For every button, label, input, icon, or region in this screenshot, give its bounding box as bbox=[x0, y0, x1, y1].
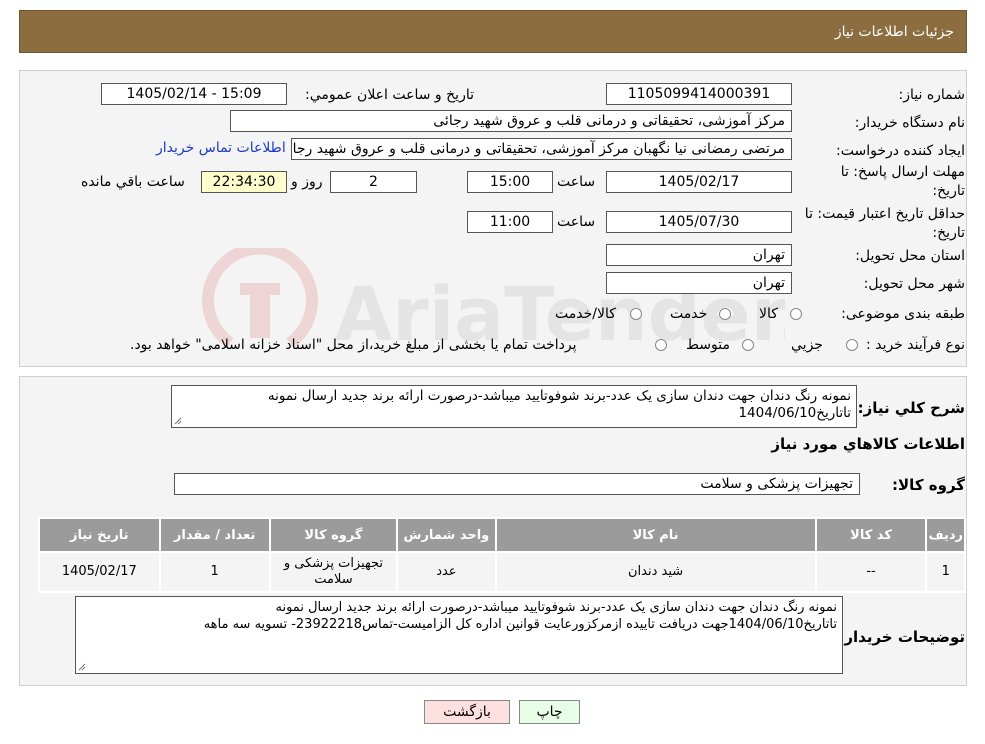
radio-treasury[interactable] bbox=[655, 339, 667, 351]
creator-label: ایجاد کننده درخواست: bbox=[836, 143, 965, 159]
resize-grip-icon[interactable] bbox=[174, 417, 182, 425]
buyer-org-label: نام دستگاه خریدار: bbox=[854, 115, 965, 131]
validity-label: حداقل تاریخ اعتبار قیمت: تا bbox=[804, 206, 965, 222]
col-header-unit: واحد شمارش bbox=[396, 517, 497, 553]
radio-service-label: خدمت bbox=[670, 306, 708, 322]
city-label: شهر محل تحویل: bbox=[863, 276, 965, 292]
radio-goods-service[interactable] bbox=[630, 308, 642, 320]
col-header-row-number: رديف bbox=[925, 517, 966, 553]
province-label: استان محل تحویل: bbox=[855, 248, 965, 264]
radio-minor[interactable] bbox=[846, 339, 858, 351]
validity-label-date: تاریخ: bbox=[932, 225, 965, 241]
print-button[interactable]: چاپ bbox=[519, 700, 580, 724]
radio-minor-label: جزيي bbox=[791, 337, 823, 353]
days-field: 2 bbox=[330, 171, 417, 193]
page-header: جزئیات اطلاعات نیاز bbox=[19, 10, 967, 53]
buyer-contact-link[interactable]: اطلاعات تماس خریدار bbox=[156, 140, 286, 156]
need-number-field: 1105099414000391 bbox=[606, 83, 792, 105]
back-button[interactable]: بازگشت bbox=[424, 700, 510, 724]
col-header-item-name: نام کالا bbox=[494, 517, 817, 553]
process-note: پرداخت تمام یا بخشی از مبلغ خرید،از محل … bbox=[130, 337, 577, 353]
col-header-item-code: کد کالا bbox=[814, 517, 928, 553]
deadline-label-date: تاریخ: bbox=[932, 183, 965, 199]
radio-service[interactable] bbox=[719, 308, 731, 320]
goods-group-label: گروه کالا: bbox=[892, 476, 965, 494]
need-number-label: شماره نیاز: bbox=[898, 87, 966, 103]
resize-grip-icon[interactable] bbox=[78, 663, 86, 671]
deadline-date-field: 1405/02/17 bbox=[606, 171, 792, 193]
col-header-need-date: تاریخ نیاز bbox=[38, 517, 161, 553]
validity-date-field: 1405/07/30 bbox=[606, 211, 792, 233]
cell-quantity: 1 bbox=[158, 551, 271, 593]
remaining-label: ساعت باقي مانده bbox=[81, 174, 185, 190]
creator-field: مرتضی رمضانی نیا نگهبان مرکز آموزشی، تحق… bbox=[291, 138, 792, 160]
page-title: جزئیات اطلاعات نیاز bbox=[834, 24, 954, 40]
col-header-group: گروه کالا bbox=[268, 517, 399, 553]
goods-group-field: تجهیزات پزشکی و سلامت bbox=[174, 473, 860, 495]
deadline-time-field: 15:00 bbox=[467, 171, 553, 193]
category-label: طبقه بندی موضوعی: bbox=[841, 306, 965, 322]
deadline-label: مهلت ارسال پاسخ: تا bbox=[840, 164, 965, 180]
announce-field: 1405/02/14 - 15:09 bbox=[101, 83, 287, 105]
radio-goods-service-label: کالا/خدمت bbox=[555, 306, 616, 322]
table-header-row: رديف کد کالا نام کالا واحد شمارش گروه کا… bbox=[38, 517, 966, 553]
buyer-notes-line-1: نمونه رنگ دندان جهت دندان سازی یک عدد-بر… bbox=[275, 600, 838, 615]
buyer-org-field: مرکز آموزشی، تحقیقاتی و درمانی قلب و عرو… bbox=[230, 110, 792, 132]
process-label: نوع فرآیند خرید : bbox=[866, 337, 965, 353]
radio-medium[interactable] bbox=[742, 339, 754, 351]
cell-row-number: 1 bbox=[925, 551, 966, 593]
cell-need-date: 1405/02/17 bbox=[38, 551, 161, 593]
cell-unit: عدد bbox=[396, 551, 497, 593]
buyer-notes-textarea[interactable]: نمونه رنگ دندان جهت دندان سازی یک عدد-بر… bbox=[75, 596, 843, 674]
goods-section-title: اطلاعات کالاهاي مورد نياز bbox=[771, 435, 965, 453]
cell-item-code: -- bbox=[814, 551, 928, 593]
goods-table: رديف کد کالا نام کالا واحد شمارش گروه کا… bbox=[38, 517, 966, 593]
buyer-notes-label: توضيحات خريدار: bbox=[838, 628, 965, 646]
announce-label: تاریخ و ساعت اعلان عمومي: bbox=[305, 87, 474, 103]
validity-time-label: ساعت bbox=[557, 214, 596, 230]
radio-goods[interactable] bbox=[790, 308, 802, 320]
province-field: تهران bbox=[606, 244, 792, 266]
summary-label: شرح کلي نياز: bbox=[857, 399, 965, 417]
city-field: تهران bbox=[606, 272, 792, 294]
cell-item-name: شید دندان bbox=[494, 551, 817, 593]
validity-time-field: 11:00 bbox=[467, 211, 553, 233]
remaining-time-field: 22:34:30 bbox=[201, 171, 287, 193]
deadline-time-label: ساعت bbox=[557, 174, 596, 190]
radio-goods-label: کالا bbox=[759, 306, 778, 322]
col-header-quantity: تعداد / مقدار bbox=[158, 517, 271, 553]
summary-textarea[interactable]: نمونه رنگ دندان جهت دندان سازی یک عدد-بر… bbox=[171, 385, 857, 428]
summary-text: نمونه رنگ دندان جهت دندان سازی یک عدد-بر… bbox=[267, 388, 851, 421]
table-row: 1 -- شید دندان عدد تجهیزات پزشکی و سلامت… bbox=[38, 551, 966, 593]
buyer-notes-line-2: تاتاریخ1404/06/10جهت دریافت تاییده ازمرک… bbox=[203, 617, 837, 632]
days-label: روز و bbox=[291, 174, 323, 190]
radio-medium-label: متوسط bbox=[686, 337, 730, 353]
cell-group: تجهیزات پزشکی و سلامت bbox=[268, 551, 399, 593]
